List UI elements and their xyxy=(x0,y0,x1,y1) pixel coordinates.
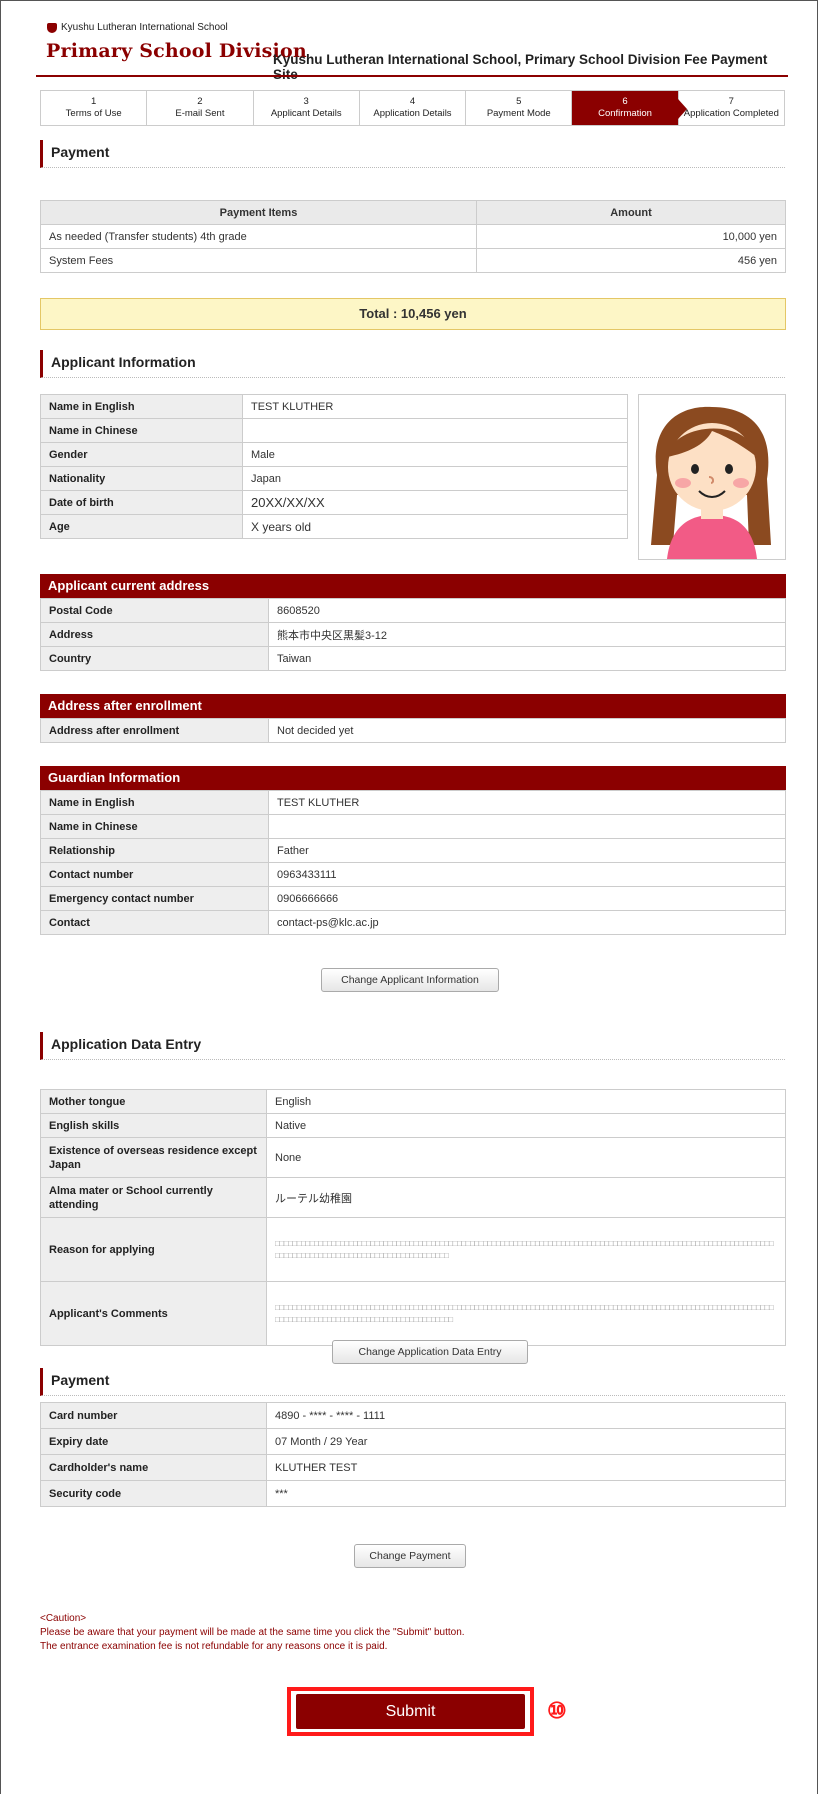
guardian-table: Name in English TEST KLUTHER Name in Chin… xyxy=(40,790,786,935)
table-row: Reason for applying □□□□□□□□□□□□□□□□□□□□□… xyxy=(40,1217,786,1282)
table-row: Contact number 0963433111 xyxy=(40,862,786,887)
table-row: Date of birth 20XX/XX/XX xyxy=(40,490,628,515)
table-row: Contact contact-ps@klc.ac.jp xyxy=(40,910,786,935)
table-row: Address 熊本市中央区黒髪3-12 xyxy=(40,622,786,647)
entry-table: Mother tongue English English skills Nativ… xyxy=(40,1089,786,1346)
entry-heading: Application Data Entry xyxy=(40,1032,785,1060)
address-after-section: Address after enrollment Address after e… xyxy=(40,694,786,743)
school-logo: Kyushu Lutheran International School xyxy=(47,22,228,33)
address-after-table: Address after enrollment Not decided yet xyxy=(40,718,786,743)
submit-button[interactable]: Submit xyxy=(296,1694,525,1729)
step-7: 7 Application Completed xyxy=(678,91,784,125)
table-row: Name in Chinese xyxy=(40,814,786,839)
header-divider xyxy=(36,75,788,77)
current-address-section: Applicant current address Postal Code 860… xyxy=(40,574,786,671)
step-4: 4 Application Details xyxy=(359,91,467,125)
table-row: System Fees 456 yen xyxy=(40,248,786,273)
table-row: Applicant's Comments □□□□□□□□□□□□□□□□□□□□… xyxy=(40,1281,786,1346)
site-header: Kyushu Lutheran International School Pri… xyxy=(40,16,790,82)
change-applicant-button[interactable]: Change Applicant Information xyxy=(321,968,499,992)
applicant-table: Name in English TEST KLUTHER Name in Chin… xyxy=(40,394,628,539)
table-row: Card number 4890 - **** - **** - 1111 xyxy=(40,1402,786,1429)
table-row: Name in English TEST KLUTHER xyxy=(40,790,786,815)
address-after-heading: Address after enrollment xyxy=(40,694,786,718)
table-row: Mother tongue English xyxy=(40,1089,786,1114)
total-amount: Total : 10,456 yen xyxy=(40,298,786,330)
card-payment-heading: Payment xyxy=(40,1368,785,1396)
table-row: Gender Male xyxy=(40,442,628,467)
table-row: Cardholder's name KLUTHER TEST xyxy=(40,1454,786,1481)
step-1: 1 Terms of Use xyxy=(41,91,148,125)
table-row: Address after enrollment Not decided yet xyxy=(40,718,786,743)
guardian-section: Guardian Information Name in English TEST… xyxy=(40,766,786,935)
applicant-photo xyxy=(638,394,786,560)
applicant-heading: Applicant Information xyxy=(40,350,785,378)
current-address-table: Postal Code 8608520 Address 熊本市中央区黒髪3-12 C… xyxy=(40,598,786,671)
step-2: 2 E-mail Sent xyxy=(147,91,254,125)
col-amount: Amount xyxy=(476,200,786,225)
payment-items-table: Payment Items Amount As needed (Transfer… xyxy=(40,200,786,273)
current-address-heading: Applicant current address xyxy=(40,574,786,598)
table-row: Emergency contact number 0906666666 xyxy=(40,886,786,911)
col-payment-items: Payment Items xyxy=(40,200,477,225)
step-3: 3 Applicant Details xyxy=(253,91,360,125)
table-row: Expiry date 07 Month / 29 Year xyxy=(40,1428,786,1455)
table-row: Age X years old xyxy=(40,514,628,539)
table-row: Security code *** xyxy=(40,1480,786,1507)
payment-heading: Payment xyxy=(40,140,785,168)
step-5: 5 Payment Mode xyxy=(466,91,573,125)
crest-icon xyxy=(47,22,57,33)
step-6-current: 6 Confirmation xyxy=(572,91,687,125)
table-row: Existence of overseas residence except J… xyxy=(40,1137,786,1178)
division-title: Primary School Division xyxy=(46,40,307,62)
site-title: Kyushu Lutheran International School, Pr… xyxy=(273,52,768,82)
table-row: Postal Code 8608520 xyxy=(40,598,786,623)
table-row: Name in English TEST KLUTHER xyxy=(40,394,628,419)
guardian-heading: Guardian Information xyxy=(40,766,786,790)
caution-notice: <Caution> Please be aware that your paym… xyxy=(40,1613,465,1652)
table-row: English skills Native xyxy=(40,1113,786,1138)
change-payment-button[interactable]: Change Payment xyxy=(354,1544,466,1568)
annotation-number: ⑩ xyxy=(547,1698,567,1723)
card-table: Card number 4890 - **** - **** - 1111 Exp… xyxy=(40,1402,786,1507)
table-row: Country Taiwan xyxy=(40,646,786,671)
table-row: Alma mater or School currently attending… xyxy=(40,1177,786,1218)
change-entry-button[interactable]: Change Application Data Entry xyxy=(332,1340,528,1364)
table-row: Relationship Father xyxy=(40,838,786,863)
progress-steps: 1 Terms of Use 2 E-mail Sent 3 Applicant De… xyxy=(40,90,785,126)
table-row: As needed (Transfer students) 4th grade … xyxy=(40,224,786,249)
table-row: Nationality Japan xyxy=(40,466,628,491)
table-row: Name in Chinese xyxy=(40,418,628,443)
school-name: Kyushu Lutheran International School xyxy=(61,22,228,33)
